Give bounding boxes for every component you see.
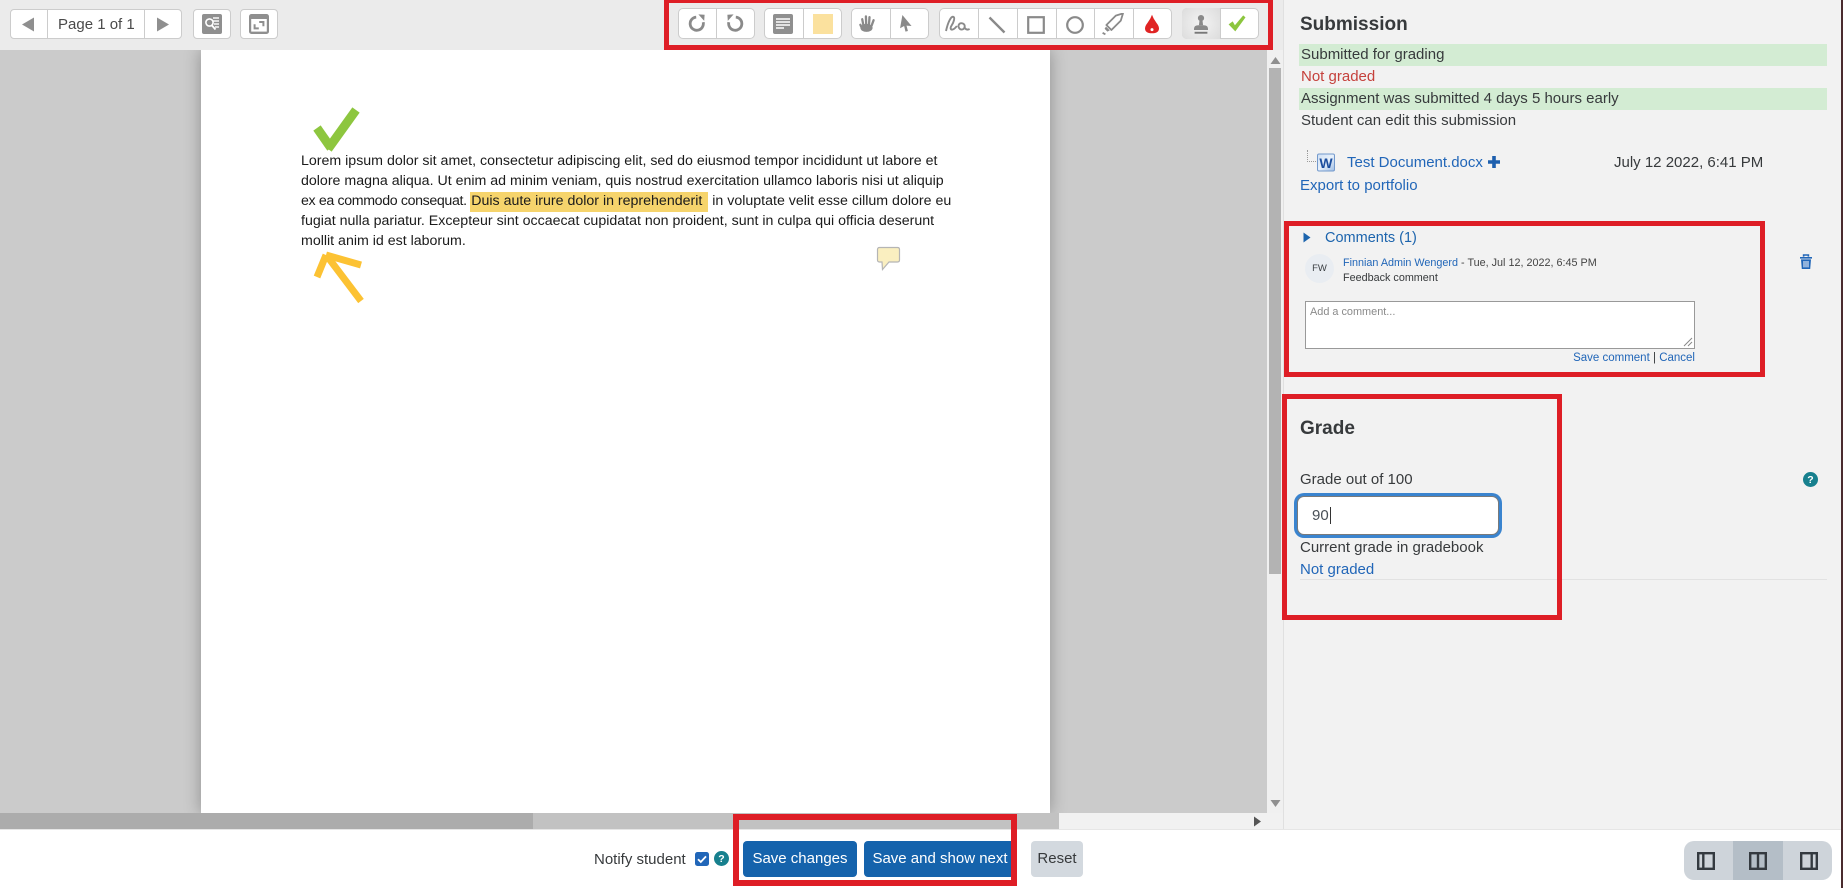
svg-text:?: ?	[718, 853, 724, 865]
svg-text:W: W	[1319, 155, 1333, 171]
svg-text:?: ?	[1807, 474, 1813, 486]
